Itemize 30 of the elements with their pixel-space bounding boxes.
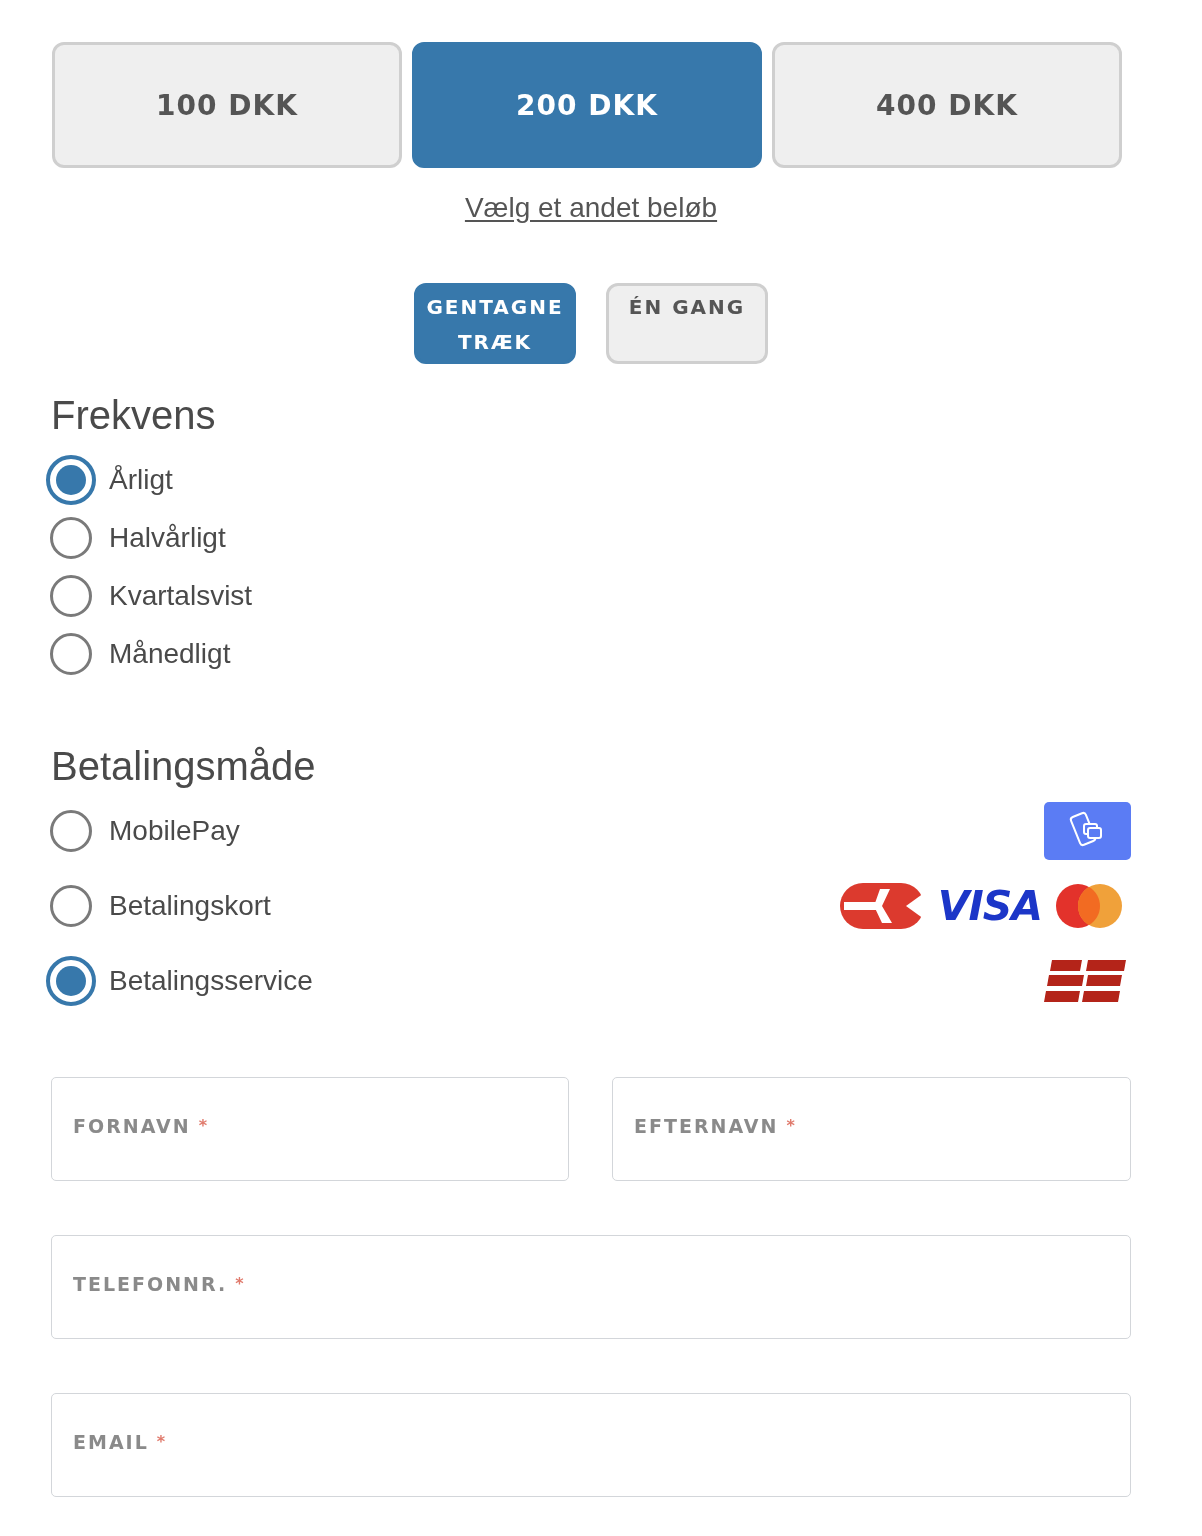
option-label[interactable]: Halvårligt (109, 521, 226, 555)
text-input-field[interactable]: TELEFONNR. * (51, 1235, 1131, 1339)
text-input-field[interactable]: EMAIL * (51, 1393, 1131, 1497)
text-input-field[interactable]: FORNAVN * (51, 1077, 569, 1181)
payment-type-button[interactable]: ÉN GANG (606, 283, 768, 364)
option-label[interactable]: Månedligt (109, 637, 231, 671)
amount-button[interactable]: 200 DKK (412, 42, 762, 168)
option-label[interactable]: Betalingsservice (109, 963, 313, 998)
striped-logo-icon (1044, 959, 1126, 1002)
amount-button[interactable]: 400 DKK (772, 42, 1122, 168)
option-label[interactable]: Årligt (109, 463, 173, 497)
radio-button[interactable] (50, 884, 92, 927)
amount-button[interactable]: 100 DKK (52, 42, 402, 168)
visa-logo: VISA (937, 882, 1042, 929)
radio-button[interactable] (46, 455, 96, 505)
option-label[interactable]: Kvartalsvist (109, 579, 253, 613)
option-label[interactable]: Betalingskort (109, 888, 271, 923)
section-heading: Betalingsmåde (51, 743, 317, 790)
overlapping-circles-icon (1056, 883, 1122, 928)
section-heading: Frekvens (51, 392, 217, 439)
payment-type-button[interactable]: GENTAGNE TRÆK (414, 283, 576, 364)
other-amount-link[interactable]: Vælg et andet beløb (464, 191, 718, 225)
option-label[interactable]: MobilePay (109, 813, 240, 848)
text-input-field[interactable]: EFTERNAVN * (612, 1077, 1131, 1181)
phone-tile-icon (1044, 801, 1131, 860)
radio-button[interactable] (50, 809, 92, 852)
radio-button[interactable] (46, 955, 96, 1006)
radio-button[interactable] (50, 517, 92, 559)
radio-button[interactable] (50, 633, 92, 675)
radio-button[interactable] (50, 575, 92, 617)
